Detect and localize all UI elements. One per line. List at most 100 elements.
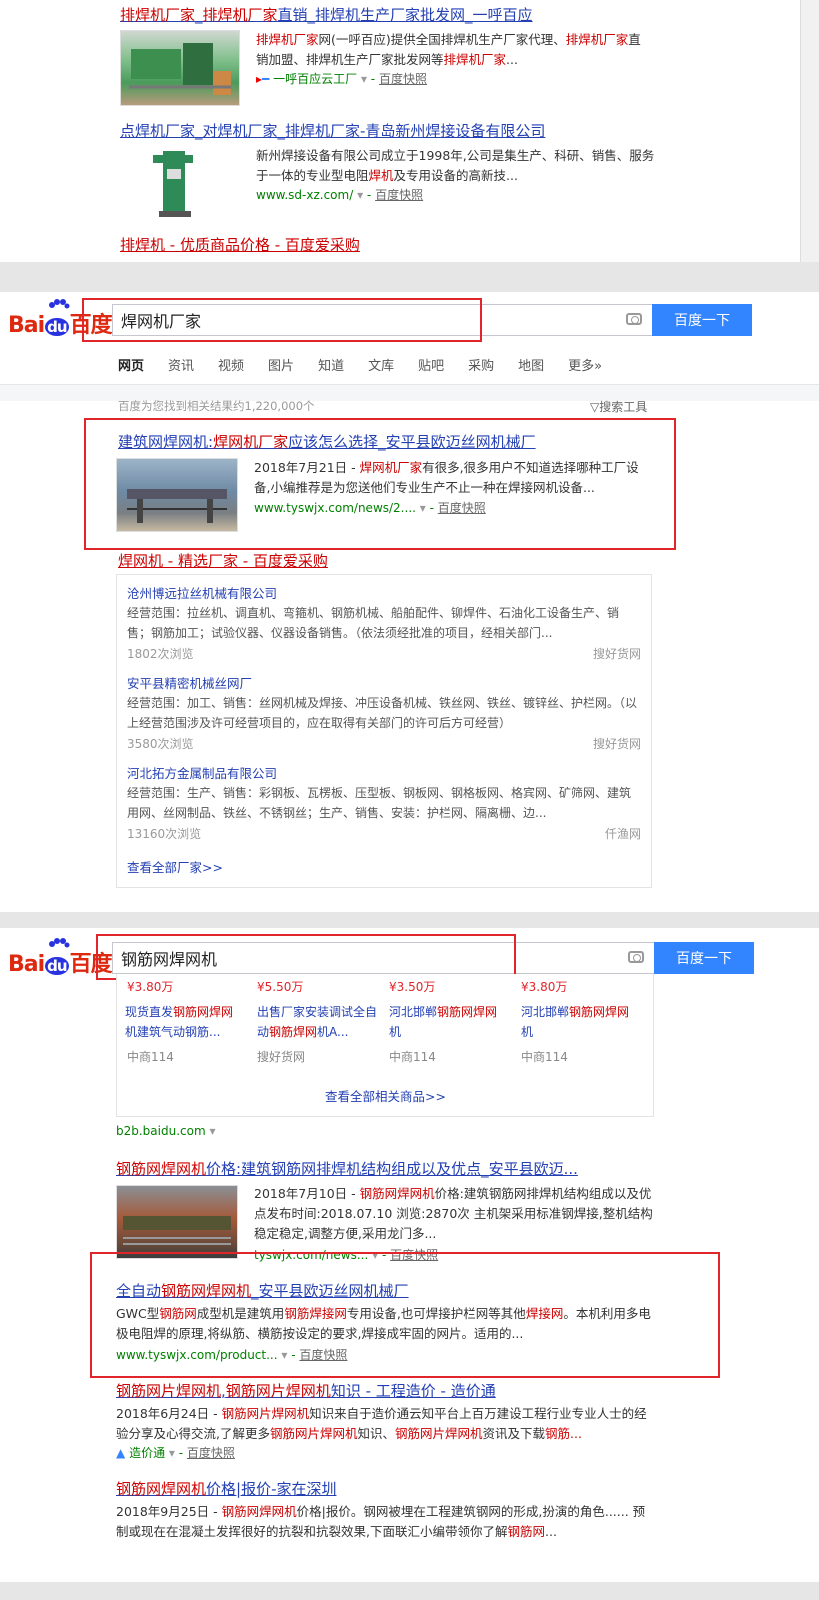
view-all-products[interactable]: 查看全部相关商品>> — [325, 1086, 446, 1105]
tab-web[interactable]: 网页 — [118, 359, 145, 386]
company-name-3[interactable]: 河北拓方金属制品有限公司 — [127, 763, 277, 782]
result-title-2[interactable]: 全自动钢筋网焊网机_安平县欧迈丝网机械厂 — [116, 1280, 409, 1301]
result-url-1[interactable]: www.tyswjx.com/news/2.... ▾ - 百度快照 — [254, 499, 486, 516]
result-url-1[interactable]: ▸━ 一呼百应云工厂 ▾ - 百度快照 — [256, 70, 427, 87]
company-name-2[interactable]: 安平县精密机械丝网厂 — [127, 673, 252, 692]
baidu-logo[interactable]: Bai du 百度 — [8, 938, 113, 978]
paw-icon — [49, 938, 70, 948]
camera-icon[interactable] — [626, 313, 642, 325]
ad-title-1[interactable]: 排焊机 - 优质商品价格 - 百度爱采购 — [120, 234, 360, 255]
text: 及专用设备的高新技... — [393, 168, 518, 183]
result-section-1: 排焊机厂家_排焊机厂家直销_排焊机生产厂家批发网_一呼百应 排焊机厂家网(一呼百… — [0, 0, 819, 262]
product-shop-2: 搜好货网 — [257, 1050, 306, 1064]
result-desc-3: 2018年6月24日 - 钢筋网片焊网机知识来自于造价通云知平台上百万建设工程行… — [116, 1404, 656, 1444]
product-name-3[interactable]: 河北邯郸钢筋网焊网机 — [389, 1002, 509, 1042]
result-title-1[interactable]: 钢筋网焊网机价格:建筑钢筋网排焊机结构组成以及优点_安平县欧迈... — [116, 1158, 578, 1179]
scrollbar[interactable] — [800, 0, 819, 262]
company-name-1[interactable]: 沧州博远拉丝机械有限公司 — [127, 583, 277, 602]
url-text[interactable]: www.tyswjx.com/product... — [116, 1348, 278, 1362]
tab-caigou[interactable]: 采购 — [468, 359, 494, 374]
tab-tieba[interactable]: 贴吧 — [418, 359, 444, 374]
snapshot-link[interactable]: 百度快照 — [438, 501, 486, 515]
highlight-text: 钢筋网焊网机 — [116, 1160, 207, 1178]
product-name-4[interactable]: 河北邯郸钢筋网焊网机 — [521, 1002, 641, 1042]
text: 知识 - 工程造价 - 造价通 — [330, 1382, 496, 1400]
view-all-companies[interactable]: 查看全部厂家>> — [127, 857, 223, 876]
search-box[interactable] — [112, 942, 654, 974]
text: 河北邯郸 — [389, 1005, 438, 1019]
result-title-4[interactable]: 钢筋网焊网机价格|报价-家在深圳 — [116, 1478, 336, 1499]
result-thumbnail-1[interactable] — [120, 30, 240, 106]
product-name-1[interactable]: 现货直发钢筋网焊网机建筑气动钢筋... — [125, 1002, 245, 1042]
text: 2018年6月24日 - — [116, 1406, 222, 1421]
result-title-1[interactable]: 排焊机厂家_排焊机厂家直销_排焊机生产厂家批发网_一呼百应 — [120, 4, 533, 25]
highlight-text: 焊接网 — [525, 1306, 564, 1321]
company-card: 沧州博远拉丝机械有限公司 经营范围：拉丝机、调直机、弯箍机、钢筋机械、船舶配件、… — [116, 574, 652, 888]
result-url-2[interactable]: www.sd-xz.com/ ▾ - 百度快照 — [256, 186, 423, 203]
result-title-1[interactable]: 建筑网焊网机:焊网机厂家应该怎么选择_安平县欧迈丝网机械厂 — [118, 431, 536, 452]
highlight-text: 钢筋焊接网 — [284, 1306, 347, 1321]
snapshot-link[interactable]: 百度快照 — [187, 1446, 235, 1460]
text: 直销_排焊机生产厂家批发网_一呼百应 — [277, 6, 533, 24]
url-text[interactable]: www.sd-xz.com/ — [256, 188, 353, 202]
highlight-text: 排焊机厂家 — [120, 6, 196, 24]
url-text[interactable]: tyswjx.com/news... — [254, 1248, 368, 1262]
text: 价格|报价-家在深圳 — [206, 1480, 337, 1498]
machine-image-icon — [123, 1216, 231, 1245]
result-url-2[interactable]: www.tyswjx.com/product... ▾ - 百度快照 — [116, 1346, 347, 1363]
tab-more[interactable]: 更多» — [568, 359, 602, 374]
text: 知识、 — [357, 1426, 396, 1441]
result-thumbnail[interactable] — [116, 1185, 238, 1259]
highlight-text: 钢筋焊网 — [269, 1025, 318, 1039]
text: 专用设备,也可焊接护栏网等其他 — [346, 1306, 526, 1321]
product-price-2: ¥5.50万 — [257, 980, 304, 994]
result-desc-1: 2018年7月21日 - 焊网机厂家有很多,很多用户不知道选择哪种工厂设备,小编… — [254, 458, 654, 498]
snapshot-link[interactable]: 百度快照 — [379, 72, 427, 86]
url-text[interactable]: 一呼百应云工厂 — [273, 72, 357, 86]
snapshot-link[interactable]: 百度快照 — [299, 1348, 347, 1362]
highlight-text: 钢筋网焊网机 — [221, 1504, 297, 1519]
ad-title[interactable]: 焊网机 - 精选厂家 - 百度爱采购 — [118, 550, 328, 571]
text: 2018年7月10日 - — [254, 1186, 360, 1201]
tab-images[interactable]: 图片 — [268, 359, 294, 374]
highlight-text: 钢筋网焊网 — [173, 1005, 234, 1019]
camera-icon[interactable] — [628, 951, 644, 963]
highlight-text: 钢筋网焊网机 — [116, 1480, 207, 1498]
search-box[interactable] — [112, 304, 652, 336]
result-thumbnail[interactable] — [116, 458, 238, 532]
search-tools[interactable]: ▽搜索工具 — [590, 398, 647, 415]
result-title-3[interactable]: 钢筋网片焊网机,钢筋网片焊网机知识 - 工程造价 - 造价通 — [116, 1380, 496, 1401]
search-input[interactable] — [113, 305, 561, 335]
result-url-1[interactable]: tyswjx.com/news... ▾ - 百度快照 — [254, 1246, 438, 1263]
highlight-text: 焊机 — [368, 168, 394, 183]
snapshot-link[interactable]: 百度快照 — [390, 1248, 438, 1262]
product-name-2[interactable]: 出售厂家安装调试全自动钢筋焊网机A... — [257, 1002, 377, 1042]
text: 应该怎么选择_安平县欧迈丝网机械厂 — [288, 433, 536, 451]
product-price-3: ¥3.50万 — [389, 980, 436, 994]
company-desc-3: 经营范围：生产、销售：彩钢板、瓦楞板、压型板、钢板网、钢格板网、格宾网、矿筛网、… — [127, 786, 632, 820]
snapshot-link[interactable]: 百度快照 — [375, 188, 423, 202]
tab-wenku[interactable]: 文库 — [368, 359, 394, 374]
result-title-2[interactable]: 点焊机厂家_对焊机厂家_排焊机厂家-青岛新州焊接设备有限公司 — [120, 120, 545, 141]
result-desc-4: 2018年9月25日 - 钢筋网焊网机价格|报价。钢网被埋在工程建筑钢网的形成,… — [116, 1502, 656, 1542]
result-thumbnail-2[interactable] — [145, 145, 205, 219]
search-input[interactable] — [113, 943, 562, 973]
url-text[interactable]: 造价通 — [129, 1446, 165, 1460]
result-url-3[interactable]: ▲ 造价通 ▾ - 百度快照 — [116, 1444, 235, 1461]
product-shop-3: 中商114 — [389, 1050, 436, 1064]
search-button[interactable]: 百度一下 — [652, 304, 752, 336]
result-count: 百度为您找到相关结果约1,220,000个 — [118, 399, 315, 413]
url-text[interactable]: www.tyswjx.com/news/2.... — [254, 501, 416, 515]
tab-video[interactable]: 视频 — [218, 359, 244, 374]
text: 价格:建筑钢筋网排焊机结构组成以及优点_安平县欧迈... — [206, 1160, 578, 1178]
tab-map[interactable]: 地图 — [518, 359, 544, 374]
highlight-text: 钢筋网片焊网机 — [395, 1426, 483, 1441]
b2b-url[interactable]: b2b.baidu.com ▾ — [116, 1124, 216, 1138]
tab-news[interactable]: 资讯 — [168, 359, 194, 374]
paw-icon — [49, 299, 70, 309]
baidu-logo[interactable]: Bai du 百度 — [8, 299, 113, 339]
result-section-3: Baidu百度 百度一下 ¥3.80万 现货直发钢筋网焊网机建筑气动钢筋... … — [0, 928, 819, 1600]
tab-zhidao[interactable]: 知道 — [318, 359, 344, 374]
search-button[interactable]: 百度一下 — [654, 942, 754, 974]
company-source-3: 仟渔网 — [604, 827, 641, 841]
